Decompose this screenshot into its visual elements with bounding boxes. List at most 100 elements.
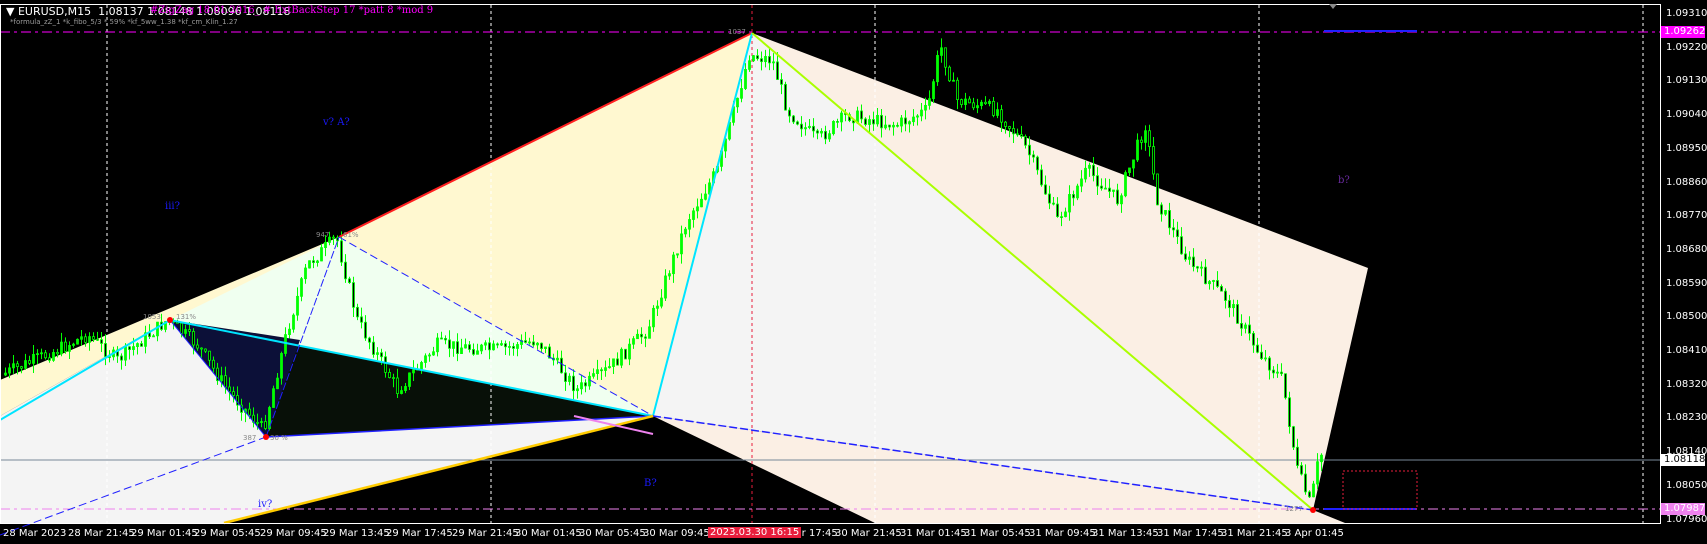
candle-body [608,366,611,369]
candle-body [760,58,763,63]
candle-body [696,206,699,212]
candle-body [544,346,547,349]
candle-body [1156,173,1159,206]
candle-body [476,350,479,355]
price-axis-label: 1.08500 [1666,311,1707,323]
candle-body [756,55,759,60]
candle-body [512,346,515,349]
candle-body [992,100,995,116]
candle-body [1172,227,1175,231]
candle-body [976,105,979,109]
candle-body [224,375,227,388]
candle-body [516,344,519,349]
price-axis-label: 1.09130 [1666,75,1707,87]
candle-body [368,337,371,343]
candle-body [1196,266,1199,269]
candle-body [432,351,435,356]
candle-body [888,124,891,128]
candle-body [1236,304,1239,324]
candle-body [52,352,55,361]
candle-body [776,61,779,80]
candle-body [1128,167,1131,173]
time-axis-label: 30 Mar 01:45 [515,528,582,539]
candle-body [232,391,235,396]
candle-body [132,346,135,350]
crosshair-time-tag: 2023.03.30 16:15 [708,527,802,538]
candle-body [96,338,99,341]
candle-body [1148,130,1151,147]
candle-body [352,282,355,308]
candle-body [524,340,527,343]
candle-body [1104,187,1107,190]
candle-body [312,260,315,263]
candle-body [536,342,539,346]
candle-body [764,56,767,63]
candle-body [960,99,963,105]
candle-body [1304,473,1307,493]
candle-body [1100,185,1103,189]
candle-body [1316,461,1319,485]
candle-body [1060,216,1063,219]
candle-body [1244,324,1247,329]
candle-body [572,375,575,392]
candle-body [1000,109,1003,123]
candle-body [452,341,455,349]
candle-body [376,352,379,355]
candle-body [884,124,887,129]
candle-body [896,124,899,127]
candle-body [588,375,591,387]
candle-body [1280,371,1283,375]
candle-body [304,267,307,280]
candle-body [596,369,599,374]
candle-body [920,109,923,117]
candle-body [860,110,863,120]
indicator-info: #ZigZag 18.01.2016_ # ExtBackStep 17 *pa… [150,5,434,16]
time-axis-label: 28 Mar 2023 [3,528,67,539]
candle-body [220,375,223,382]
candle-body [956,79,959,100]
time-axis-label: 31 Mar 13:45 [1092,528,1159,539]
time-axis-label: 31 Mar 21:45 [1221,528,1288,539]
candle-body [944,47,947,68]
candle-body [968,98,971,104]
price-axis-label: 1.08230 [1666,412,1707,424]
candle-body [332,236,335,239]
time-axis-label: 29 Mar 21:45 [452,528,519,539]
candle-body [908,121,911,125]
candle-body [1232,304,1235,309]
candle-body [836,120,839,123]
wave-label-iv: iv? [258,499,273,510]
candle-body [1144,130,1147,143]
candle-body [44,352,47,359]
candle-body [1084,167,1087,180]
candle-body [652,307,655,328]
candle-body [996,109,999,116]
triangle-down-icon[interactable]: ▼ [6,5,14,18]
candle-body [76,338,79,345]
candle-body [1024,136,1027,146]
price-axis-label: 1.09040 [1666,109,1707,121]
time-axis-label: 29 Mar 05:45 [194,528,261,539]
candle-body [1228,300,1231,309]
candle-body [28,360,31,364]
candle-body [592,373,595,377]
candle-body [984,101,987,104]
candle-body [448,339,451,349]
candle-body [1020,134,1023,137]
candle-body [924,104,927,111]
candle-body [20,366,23,369]
candle-body [700,198,703,208]
price-axis-label: 1.08410 [1666,345,1707,356]
candle-body [780,79,783,85]
shift-marker-icon[interactable] [1329,4,1337,9]
pivot-label: 61% [343,231,359,239]
candle-body [868,119,871,125]
price-chart[interactable] [0,0,1707,544]
price-axis-label: 1.08860 [1666,176,1707,188]
candle-body [1224,290,1227,301]
candle-body [948,66,951,82]
time-axis-label: 30 Mar 21:45 [835,528,902,539]
candle-body [1200,266,1203,269]
candle-body [564,372,567,382]
candle-body [300,278,303,297]
